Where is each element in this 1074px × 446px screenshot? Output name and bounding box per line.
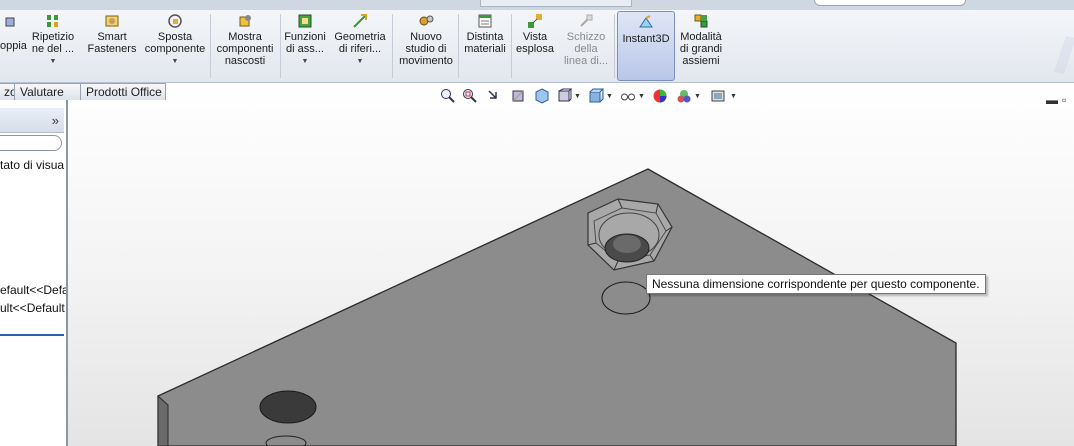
mostra-componenti-nascosti-button[interactable]: Mostra componenti nascosti [214,10,276,82]
pattern-icon [47,15,58,27]
hide-show-items-icon[interactable] [588,88,604,104]
zoom-to-fit-icon[interactable] [440,88,456,104]
smart-fasteners-button[interactable]: Smart Fasteners [84,10,140,82]
ribbon-label: Ripetizio ne del ... [31,31,75,55]
geometria-riferimento-button[interactable]: Geometria di riferi... ▼ [332,10,388,82]
3d-model-viewport[interactable] [66,83,1074,446]
motion-study-icon [419,15,434,26]
apply-scene-icon[interactable] [676,88,692,104]
large-assembly-icon [694,14,708,28]
ribbon-label: Distinta materiali [464,31,506,55]
nuovo-studio-movimento-button[interactable]: Nuovo studio di movimento [396,10,456,82]
panel-divider [0,334,64,336]
ripetizione-button[interactable]: Ripetizio ne del ... ▼ [28,10,78,82]
zoom-to-area-icon[interactable] [462,88,478,104]
panel-header: » [0,108,64,133]
ribbon-label: Instant3D [622,33,670,45]
ribbon-separator [280,14,281,78]
display-state-item[interactable]: tato di visua [0,158,64,172]
expand-more-icon[interactable]: » [52,113,59,128]
minimize-icon[interactable]: ▬ [1046,93,1058,107]
sposta-componente-button[interactable]: Sposta componente ▼ [144,10,206,82]
chevron-down-icon[interactable]: ▼ [638,93,645,100]
tree-item-configuration[interactable]: ult<<Default [0,301,65,315]
ribbon-separator [392,14,393,78]
command-manager-ribbon: oppia Ripetizio ne del ... ▼ Smart Faste… [0,10,1074,83]
section-view-icon[interactable] [510,88,526,104]
model-block-side-face[interactable] [157,394,169,446]
tab-valutare[interactable]: Valutare [14,83,81,100]
chevron-down-icon[interactable]: ▼ [574,93,581,100]
ribbon-label: Geometria di riferi... [334,31,386,55]
tab-prodotti-office[interactable]: Prodotti Office [80,83,166,100]
fastener-icon [105,15,119,27]
edit-appearance-icon[interactable] [652,88,668,104]
previous-view-icon[interactable] [486,88,502,104]
search-box[interactable] [814,0,966,6]
show-hidden-icon [239,15,251,27]
ribbon-label: Vista esplosa [516,31,554,55]
move-component-icon [168,14,182,28]
schizzo-linea-esplosione-button[interactable]: Schizzo della linea di... [560,10,612,82]
tree-item-configuration[interactable]: efault<<Defa [0,283,66,297]
exploded-view-icon [528,14,542,28]
view-settings-icon[interactable] [710,88,726,104]
chevron-down-icon[interactable]: ▼ [694,93,701,100]
ribbon-label: Mostra componenti nascosti [216,31,274,67]
funzioni-assieme-button[interactable]: Funzioni di ass... ▼ [283,10,327,82]
quick-access-toolbar[interactable] [480,0,632,7]
modalita-grandi-assiemi-button[interactable]: Modalità di grandi assiemi [676,10,726,82]
display-style-icon[interactable] [556,88,572,104]
ribbon-label: Smart Fasteners [87,31,137,55]
ribbon-separator [210,14,211,78]
instant3d-icon [639,15,653,28]
view-orientation-icon[interactable] [534,88,550,104]
ribbon-separator [458,14,459,78]
restore-icon[interactable]: ▫ [1062,93,1066,107]
chevron-down-icon[interactable]: ▼ [606,93,613,100]
accoppia-button[interactable]: oppia [0,10,27,82]
chevron-down-icon[interactable]: ▼ [144,56,206,68]
chevron-down-icon[interactable]: ▼ [28,56,78,68]
reference-geometry-icon [353,14,367,28]
bill-of-materials-icon [478,14,492,28]
ribbon-label: Sposta componente [144,31,206,55]
feature-manager-panel: » tato di visua efault<<Defa ult<<Defaul… [0,100,68,446]
model-hole[interactable] [259,390,317,424]
ribbon-separator [614,14,615,78]
solidworks-logo-icon [1054,36,1074,74]
feature-filter-input[interactable] [0,135,62,151]
ribbon-label: oppia [0,40,27,52]
tooltip: Nessuna dimensione corrispondente per qu… [646,274,986,294]
ribbon-label: Funzioni di ass... [284,31,326,55]
mate-icon [5,17,15,27]
hex-nut-bore-inner [613,235,641,253]
chevron-down-icon[interactable]: ▼ [283,56,327,68]
ribbon-separator [511,14,512,78]
chevron-down-icon[interactable]: ▼ [332,56,388,68]
chevron-down-icon[interactable]: ▼ [730,93,737,100]
ribbon-label: Nuovo studio di movimento [399,31,453,67]
ribbon-label: Modalità di grandi assiemi [679,31,723,67]
vista-esplosa-button[interactable]: Vista esplosa [514,10,556,82]
ribbon-label: Schizzo della linea di... [563,31,609,67]
glasses-icon[interactable] [620,88,636,104]
instant3d-button[interactable]: Instant3D [617,11,675,81]
assembly-features-icon [298,14,312,28]
distinta-materiali-button[interactable]: Distinta materiali [462,10,508,82]
explode-line-sketch-icon [580,14,593,27]
